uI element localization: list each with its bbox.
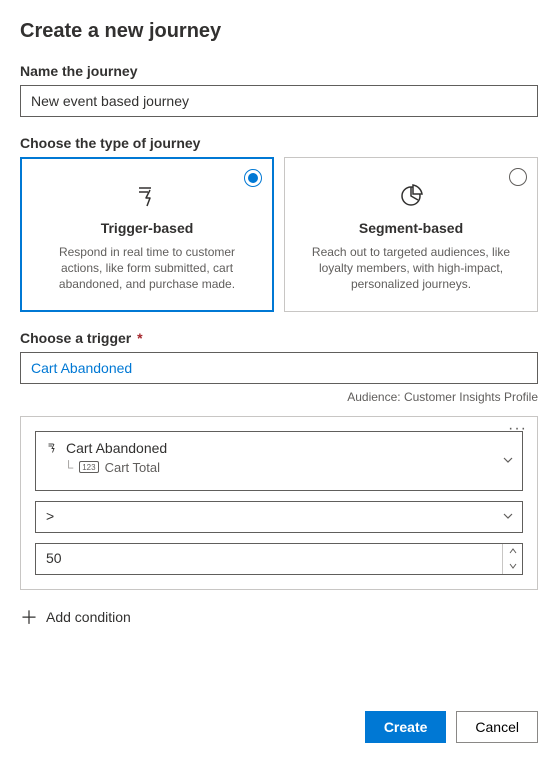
condition-block: ··· Cart Abandoned └ 123 Cart Total > 50 <box>20 416 538 590</box>
lightning-small-icon <box>46 441 60 455</box>
radio-unselected-icon <box>509 168 527 186</box>
create-button[interactable]: Create <box>365 711 447 743</box>
segment-card-desc: Reach out to targeted audiences, like lo… <box>303 244 519 293</box>
journey-name-input[interactable] <box>20 85 538 117</box>
number-type-icon: 123 <box>79 461 98 473</box>
radio-selected-icon <box>244 169 262 187</box>
trigger-input[interactable] <box>20 352 538 384</box>
page-title: Create a new journey <box>20 20 538 43</box>
attribute-select[interactable]: Cart Abandoned └ 123 Cart Total <box>35 431 523 491</box>
trigger-card-title: Trigger-based <box>39 220 255 236</box>
trigger-label: Choose a trigger * <box>20 330 538 346</box>
add-condition-button[interactable]: ＋ Add condition <box>20 604 538 630</box>
segment-card-title: Segment-based <box>303 220 519 236</box>
pie-chart-icon <box>303 182 519 210</box>
operator-select[interactable]: > <box>35 501 523 533</box>
stepper-up-icon[interactable] <box>503 544 522 559</box>
trigger-card-desc: Respond in real time to customer actions… <box>39 244 255 293</box>
chevron-down-icon <box>502 453 514 469</box>
audience-info: Audience: Customer Insights Profile <box>20 390 538 404</box>
lightning-icon <box>39 182 255 210</box>
type-label: Choose the type of journey <box>20 135 538 151</box>
segment-based-card[interactable]: Segment-based Reach out to targeted audi… <box>284 157 538 312</box>
trigger-based-card[interactable]: Trigger-based Respond in real time to cu… <box>20 157 274 312</box>
stepper-down-icon[interactable] <box>503 559 522 574</box>
chevron-down-icon <box>502 509 514 525</box>
value-stepper[interactable]: 50 <box>35 543 523 575</box>
plus-icon: ＋ <box>20 604 38 630</box>
name-label: Name the journey <box>20 63 538 79</box>
cancel-button[interactable]: Cancel <box>456 711 538 743</box>
